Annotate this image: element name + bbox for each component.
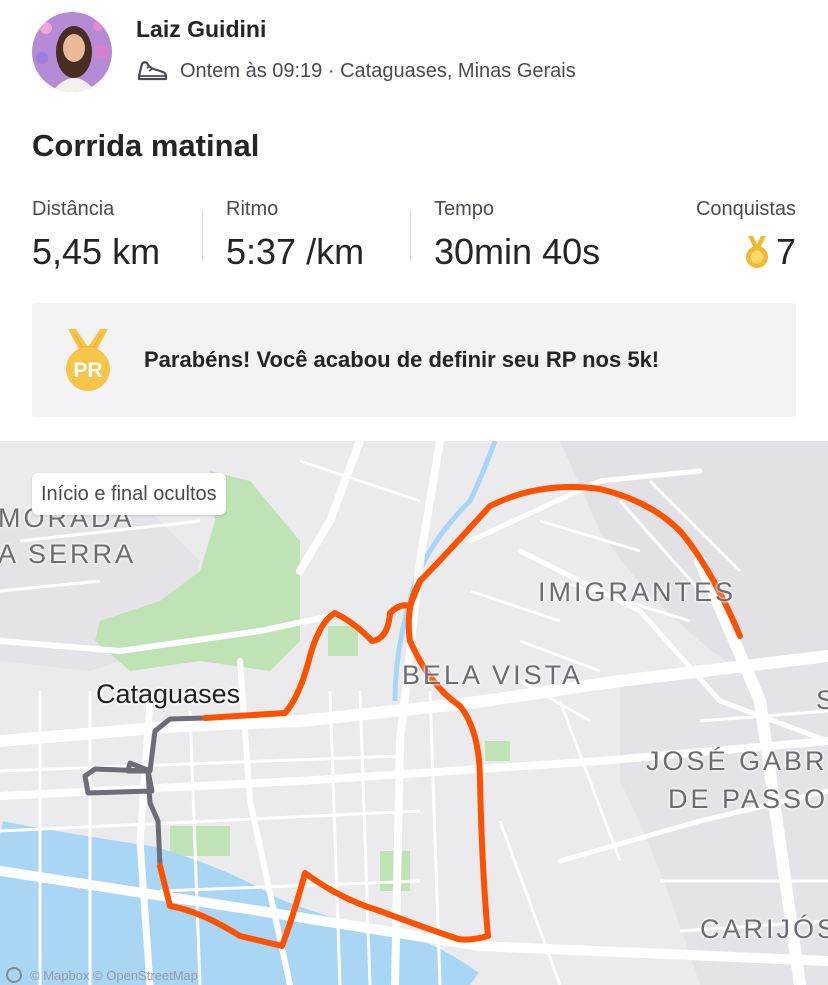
athlete-avatar[interactable] bbox=[32, 12, 112, 92]
map-attribution[interactable]: © Mapbox © OpenStreetMap bbox=[6, 967, 198, 983]
pr-badge-text: PR bbox=[73, 359, 102, 382]
map-label-jose-gabriel: JOSÉ GABRI bbox=[646, 746, 828, 776]
activity-date-location: Ontem às 09:19 · Cataguases, Minas Gerai… bbox=[180, 59, 576, 82]
medal-icon bbox=[745, 236, 768, 268]
stat-pace: Ritmo 5:37 /km bbox=[226, 198, 364, 273]
stat-distance: Distância 5,45 km bbox=[32, 198, 160, 273]
park-area bbox=[485, 741, 510, 761]
attribution-text: © Mapbox © OpenStreetMap bbox=[30, 967, 199, 983]
map-label-serra: A SERRA bbox=[0, 539, 137, 569]
map-label-edge: S bbox=[816, 685, 828, 716]
time-label: Tempo bbox=[434, 198, 495, 220]
running-shoe-icon bbox=[137, 61, 168, 81]
pace-value: 5:37 /km bbox=[226, 231, 365, 272]
activity-title[interactable]: Corrida matinal bbox=[32, 128, 259, 164]
activity-stats: Distância 5,45 km Ritmo 5:37 /km Tempo 3… bbox=[32, 198, 796, 280]
map-label-city: Cataguases bbox=[96, 679, 241, 709]
stat-divider bbox=[202, 212, 203, 262]
distance-label: Distância bbox=[32, 198, 115, 220]
park-area bbox=[328, 626, 358, 656]
time-value: 30min 40s bbox=[434, 231, 601, 272]
map-label-bela-vista: BELA VISTA bbox=[402, 660, 584, 690]
activity-header: Laiz Guidini Ontem às 09:19 · Cataguases… bbox=[0, 0, 828, 110]
pr-message: Parabéns! Você acabou de definir seu RP … bbox=[144, 347, 660, 372]
pace-label: Ritmo bbox=[226, 198, 279, 220]
stat-time: Tempo 30min 40s bbox=[434, 198, 600, 273]
achievements-value-row: 7 bbox=[696, 231, 796, 273]
map-label-de-passos: DE PASSOS bbox=[668, 784, 828, 814]
stat-achievements[interactable]: Conquistas 7 bbox=[696, 198, 796, 273]
mapbox-logo-icon bbox=[6, 967, 22, 983]
athlete-name[interactable]: Laiz Guidini bbox=[136, 16, 266, 43]
map-label-imigrantes: IMIGRANTES bbox=[538, 577, 737, 607]
map-label-carijos: CARIJÓS bbox=[700, 914, 828, 944]
route-map[interactable]: MORADA A SERRA IMIGRANTES BELA VISTA JOS… bbox=[0, 441, 828, 985]
pr-banner[interactable]: PR Parabéns! Você acabou de definir seu … bbox=[32, 303, 796, 417]
stat-divider bbox=[410, 212, 411, 262]
achievements-count: 7 bbox=[775, 231, 796, 272]
distance-value: 5,45 km bbox=[32, 231, 161, 272]
park-area bbox=[170, 826, 230, 856]
activity-meta: Ontem às 09:19 · Cataguases, Minas Gerai… bbox=[136, 58, 576, 84]
pr-medal-icon: PR bbox=[66, 329, 110, 391]
achievements-label: Conquistas bbox=[695, 198, 796, 220]
privacy-chip: Início e final ocultos bbox=[32, 473, 226, 515]
